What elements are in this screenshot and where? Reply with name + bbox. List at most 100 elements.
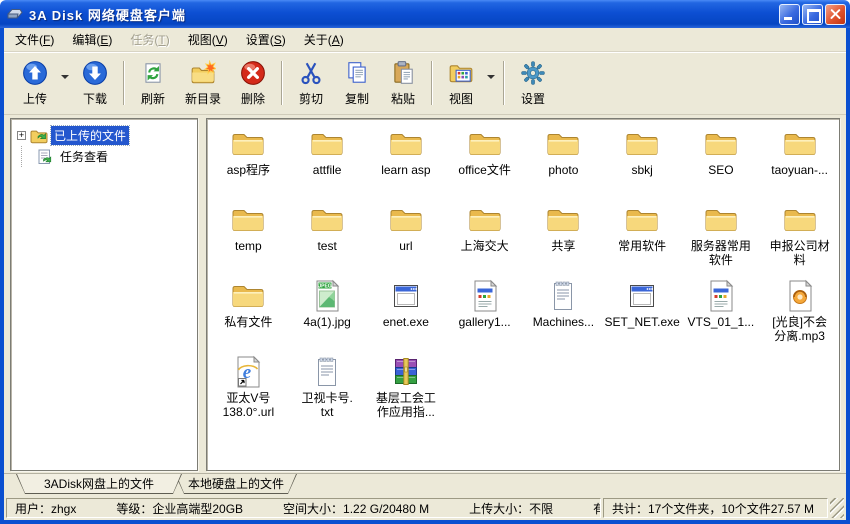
- file-item[interactable]: enet.exe: [367, 277, 446, 353]
- view-button[interactable]: 视图: [438, 55, 484, 110]
- file-name: test: [317, 239, 336, 253]
- tree-item[interactable]: 任务查看: [15, 146, 193, 167]
- file-item[interactable]: 服务器常用 软件: [682, 201, 761, 277]
- toolbar-separator: [503, 61, 505, 105]
- download-icon: [82, 60, 108, 86]
- menu-item-f[interactable]: 文件(F): [6, 28, 63, 51]
- refresh-button[interactable]: 刷新: [130, 55, 176, 110]
- menu-item-v[interactable]: 视图(V): [179, 28, 237, 51]
- menu-item-a[interactable]: 关于(A): [295, 28, 353, 51]
- delete-button[interactable]: 删除: [230, 55, 276, 110]
- status-field: 等级：企业高端型20GB: [116, 500, 243, 517]
- tab-remote-files[interactable]: 3ADisk网盘上的文件: [16, 474, 182, 494]
- file-item[interactable]: VTS_01_1...: [682, 277, 761, 353]
- toolbar-button-label: 视图: [449, 90, 473, 107]
- file-name: 基层工会工 作应用指...: [376, 391, 436, 419]
- file-name: 私有文件: [224, 315, 272, 329]
- folder-file-icon: [625, 203, 659, 237]
- jpeg-file-icon: JPEG: [310, 279, 344, 313]
- upload-folder-icon: [30, 127, 48, 145]
- view-dropdown-button[interactable]: [484, 55, 498, 110]
- file-item[interactable]: photo: [524, 125, 603, 201]
- file-item[interactable]: SEO: [682, 125, 761, 201]
- window-title: 3A Disk 网络硬盘客户端: [29, 5, 777, 24]
- new-folder-button[interactable]: 新目录: [176, 55, 230, 110]
- folder-file-icon: [625, 127, 659, 161]
- toolbar-separator: [123, 61, 125, 105]
- tab-label: 3ADisk网盘上的文件: [17, 474, 181, 493]
- file-item[interactable]: gallery1...: [445, 277, 524, 353]
- toolbar-group: 上传下载: [12, 55, 118, 110]
- toolbar-separator: [281, 61, 283, 105]
- paste-button[interactable]: 粘贴: [380, 55, 426, 110]
- file-item[interactable]: 常用软件: [603, 201, 682, 277]
- file-item[interactable]: attfile: [288, 125, 367, 201]
- resize-grip[interactable]: [830, 498, 844, 518]
- file-item[interactable]: office文件: [445, 125, 524, 201]
- file-name: 上海交大: [461, 239, 509, 253]
- file-item[interactable]: learn asp: [367, 125, 446, 201]
- file-item[interactable]: temp: [209, 201, 288, 277]
- exe-file-icon: [389, 279, 423, 313]
- view-icon: [448, 60, 474, 86]
- file-name: 服务器常用 软件: [691, 239, 751, 267]
- folder-file-icon: [389, 203, 423, 237]
- file-item[interactable]: 申报公司材 料: [760, 201, 839, 277]
- app-disk-icon: [6, 5, 24, 23]
- file-item[interactable]: test: [288, 201, 367, 277]
- tree-item-label[interactable]: 任务查看: [57, 147, 111, 166]
- titlebar[interactable]: 3A Disk 网络硬盘客户端: [0, 0, 850, 28]
- tree-item[interactable]: + 已上传的文件: [15, 125, 193, 146]
- file-name: temp: [235, 239, 262, 253]
- status-left-segment: 用户：zhgx等级：企业高端型20GB空间大小：1.22 G/20480 M上传…: [6, 498, 601, 518]
- copy-button[interactable]: 复制: [334, 55, 380, 110]
- minimize-button[interactable]: [779, 4, 800, 25]
- maximize-button[interactable]: [802, 4, 823, 25]
- file-name: gallery1...: [459, 315, 511, 329]
- cut-button[interactable]: 剪切: [288, 55, 334, 110]
- main-area: + 已上传的文件任务查看 asp程序 attfile learn asp office文…: [4, 115, 846, 473]
- menu-item-e[interactable]: 编辑(E): [63, 28, 121, 51]
- tree-expander[interactable]: +: [17, 131, 26, 140]
- file-item[interactable]: Machines...: [524, 277, 603, 353]
- upload-dropdown-button[interactable]: [58, 55, 72, 110]
- file-item[interactable]: JPEG4a(1).jpg: [288, 277, 367, 353]
- upload-button[interactable]: 上传: [12, 55, 58, 110]
- close-button[interactable]: [825, 4, 846, 25]
- toolbar-group: 刷新新目录删除: [130, 55, 276, 110]
- settings-icon: [520, 60, 546, 86]
- toolbar-button-label: 粘贴: [391, 90, 415, 107]
- folder-tree-panel[interactable]: + 已上传的文件任务查看: [10, 118, 198, 471]
- file-name: 卫视卡号. txt: [301, 391, 352, 419]
- txt-file-icon: [546, 279, 580, 313]
- bottom-tab-bar: 3ADisk网盘上的文件本地硬盘上的文件: [4, 473, 846, 496]
- settings-button[interactable]: 设置: [510, 55, 556, 110]
- menu-item-s[interactable]: 设置(S): [237, 28, 295, 51]
- file-item[interactable]: 共享: [524, 201, 603, 277]
- file-item[interactable]: asp程序: [209, 125, 288, 201]
- tree-item-label[interactable]: 已上传的文件: [51, 126, 129, 145]
- toolbar-button-label: 设置: [521, 90, 545, 107]
- download-button[interactable]: 下载: [72, 55, 118, 110]
- txt-file-icon: [310, 355, 344, 389]
- file-item[interactable]: 基层工会工 作应用指...: [367, 353, 446, 429]
- toolbar-button-label: 下载: [83, 90, 107, 107]
- file-name: photo: [548, 163, 578, 177]
- tab-local-files[interactable]: 本地硬盘上的文件: [175, 474, 297, 494]
- file-item[interactable]: [光良]不会 分离.mp3: [760, 277, 839, 353]
- file-item[interactable]: sbkj: [603, 125, 682, 201]
- copy-icon: [344, 60, 370, 86]
- file-name: asp程序: [227, 163, 270, 177]
- file-name: enet.exe: [383, 315, 429, 329]
- file-item[interactable]: url: [367, 201, 446, 277]
- file-item[interactable]: 卫视卡号. txt: [288, 353, 367, 429]
- file-item[interactable]: taoyuan-...: [760, 125, 839, 201]
- file-item[interactable]: SET_NET.exe: [603, 277, 682, 353]
- chevron-down-icon: [61, 75, 69, 79]
- file-item[interactable]: e亚太V号 138.0°.url: [209, 353, 288, 429]
- file-item[interactable]: 上海交大: [445, 201, 524, 277]
- file-name: SEO: [708, 163, 733, 177]
- file-name: learn asp: [381, 163, 430, 177]
- file-list-panel[interactable]: asp程序 attfile learn asp office文件 photo sbkj SE…: [206, 118, 840, 471]
- file-item[interactable]: 私有文件: [209, 277, 288, 353]
